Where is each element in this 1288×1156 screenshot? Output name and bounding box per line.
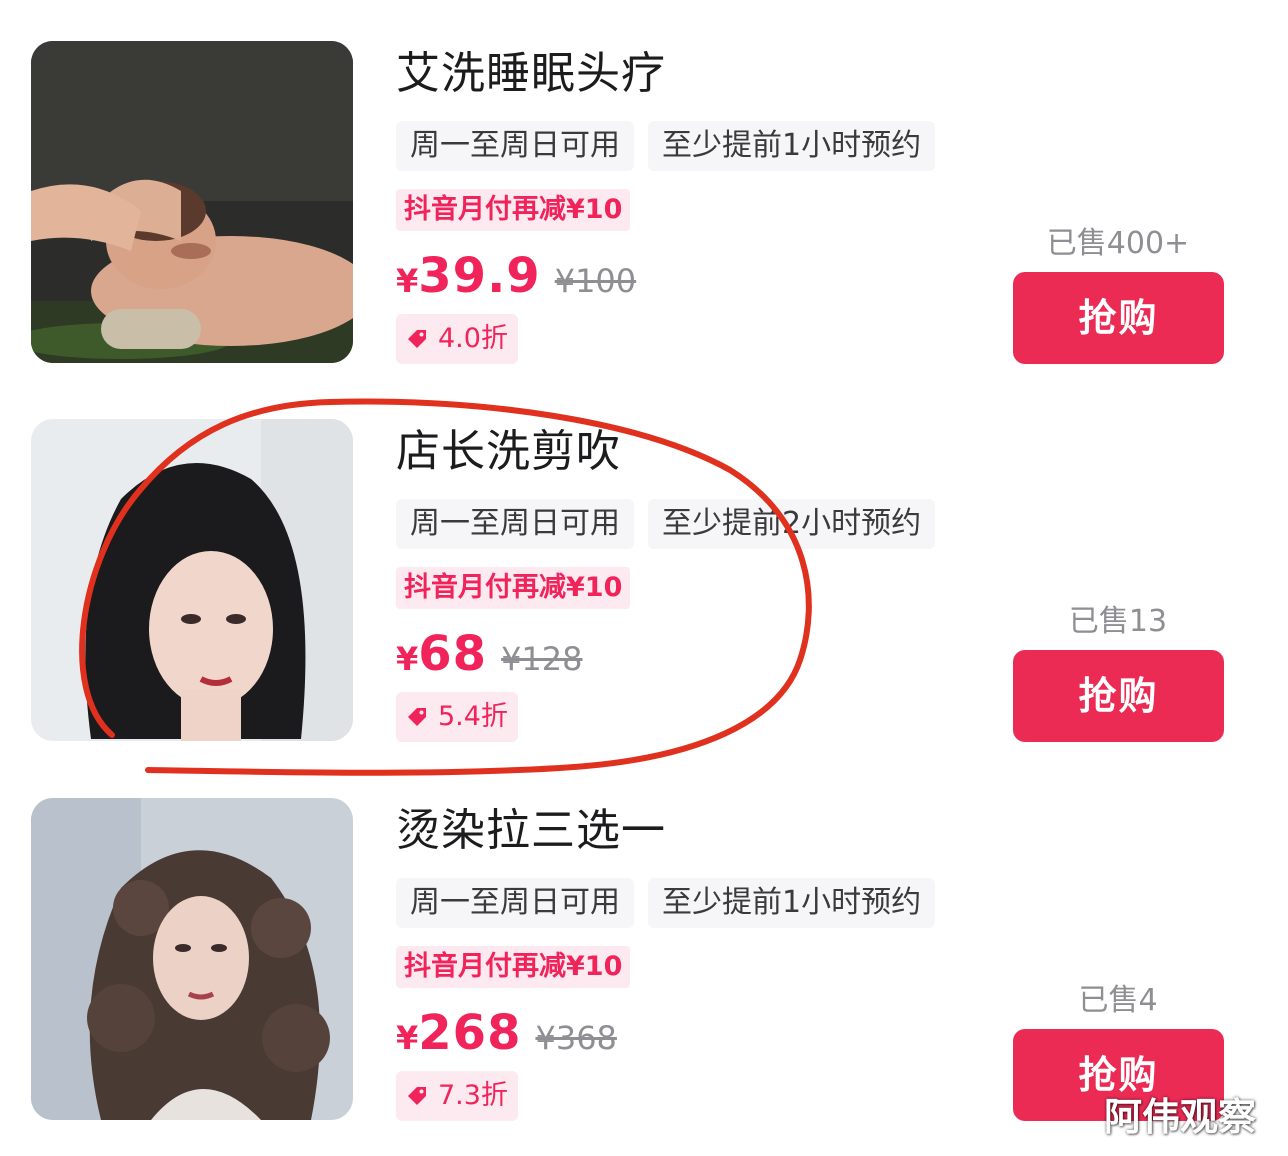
deal-image-spa[interactable] [31,41,353,363]
spa-photo [31,41,353,363]
deal-item-2[interactable]: 店长洗剪吹 周一至周日可用 至少提前2小时预约 抖音月付再减¥10 ¥ 68 ¥… [0,378,1288,742]
deal-image-haircut[interactable] [31,419,353,741]
price-row: ¥ 268 ¥368 [396,1005,617,1061]
sold-count: 已售13 [1068,604,1168,639]
deal-tags: 周一至周日可用 至少提前1小时预约 [396,121,936,171]
deal-image-perm-dye[interactable] [31,798,353,1120]
price-value: 68 [418,626,488,682]
discount-badge: 7.3折 [396,1071,518,1121]
buy-button[interactable]: 抢购 [1013,650,1224,742]
availability-tag: 周一至周日可用 [396,499,634,549]
booking-tag: 至少提前1小时预约 [648,878,936,928]
price-tag-icon [408,330,426,348]
discount-text: 4.0折 [438,323,508,354]
woman-curly-hair-photo [31,798,353,1120]
sold-count: 已售400+ [1046,226,1190,261]
price-tag-icon [408,1087,426,1105]
price-value: 39.9 [418,248,541,304]
availability-tag: 周一至周日可用 [396,121,634,171]
deal-item-1[interactable]: 艾洗睡眠头疗 周一至周日可用 至少提前1小时预约 抖音月付再减¥10 ¥ 39.… [0,0,1288,364]
promo-badge: 抖音月付再减¥10 [396,567,631,609]
original-price: ¥368 [535,1019,617,1057]
price-symbol: ¥ [396,640,419,678]
booking-tag: 至少提前2小时预约 [648,499,936,549]
woman-portrait-photo [31,419,353,741]
promo-badge: 抖音月付再减¥10 [396,946,631,988]
watermark: 阿伟观察 [1104,1095,1257,1139]
deal-title: 烫染拉三选一 [396,805,666,856]
price-tag-icon [408,708,426,726]
sold-count: 已售4 [1078,983,1158,1018]
original-price: ¥128 [501,640,583,678]
promo-badge: 抖音月付再减¥10 [396,189,631,231]
discount-text: 5.4折 [438,701,508,732]
price-row: ¥ 39.9 ¥100 [396,248,636,304]
booking-tag: 至少提前1小时预约 [648,121,936,171]
price-row: ¥ 68 ¥128 [396,626,583,682]
deal-title: 艾洗睡眠头疗 [396,48,666,99]
discount-badge: 5.4折 [396,692,518,742]
discount-text: 7.3折 [438,1080,508,1111]
deal-title: 店长洗剪吹 [396,426,621,477]
price-symbol: ¥ [396,1019,419,1057]
original-price: ¥100 [554,262,637,300]
deal-tags: 周一至周日可用 至少提前2小时预约 [396,499,936,549]
availability-tag: 周一至周日可用 [396,878,634,928]
deal-tags: 周一至周日可用 至少提前1小时预约 [396,878,936,928]
discount-badge: 4.0折 [396,314,518,364]
price-value: 268 [418,1005,522,1061]
price-symbol: ¥ [396,262,419,300]
buy-button[interactable]: 抢购 [1013,272,1224,364]
deal-item-3[interactable]: 烫染拉三选一 周一至周日可用 至少提前1小时预约 抖音月付再减¥10 ¥ 268… [0,757,1288,1121]
